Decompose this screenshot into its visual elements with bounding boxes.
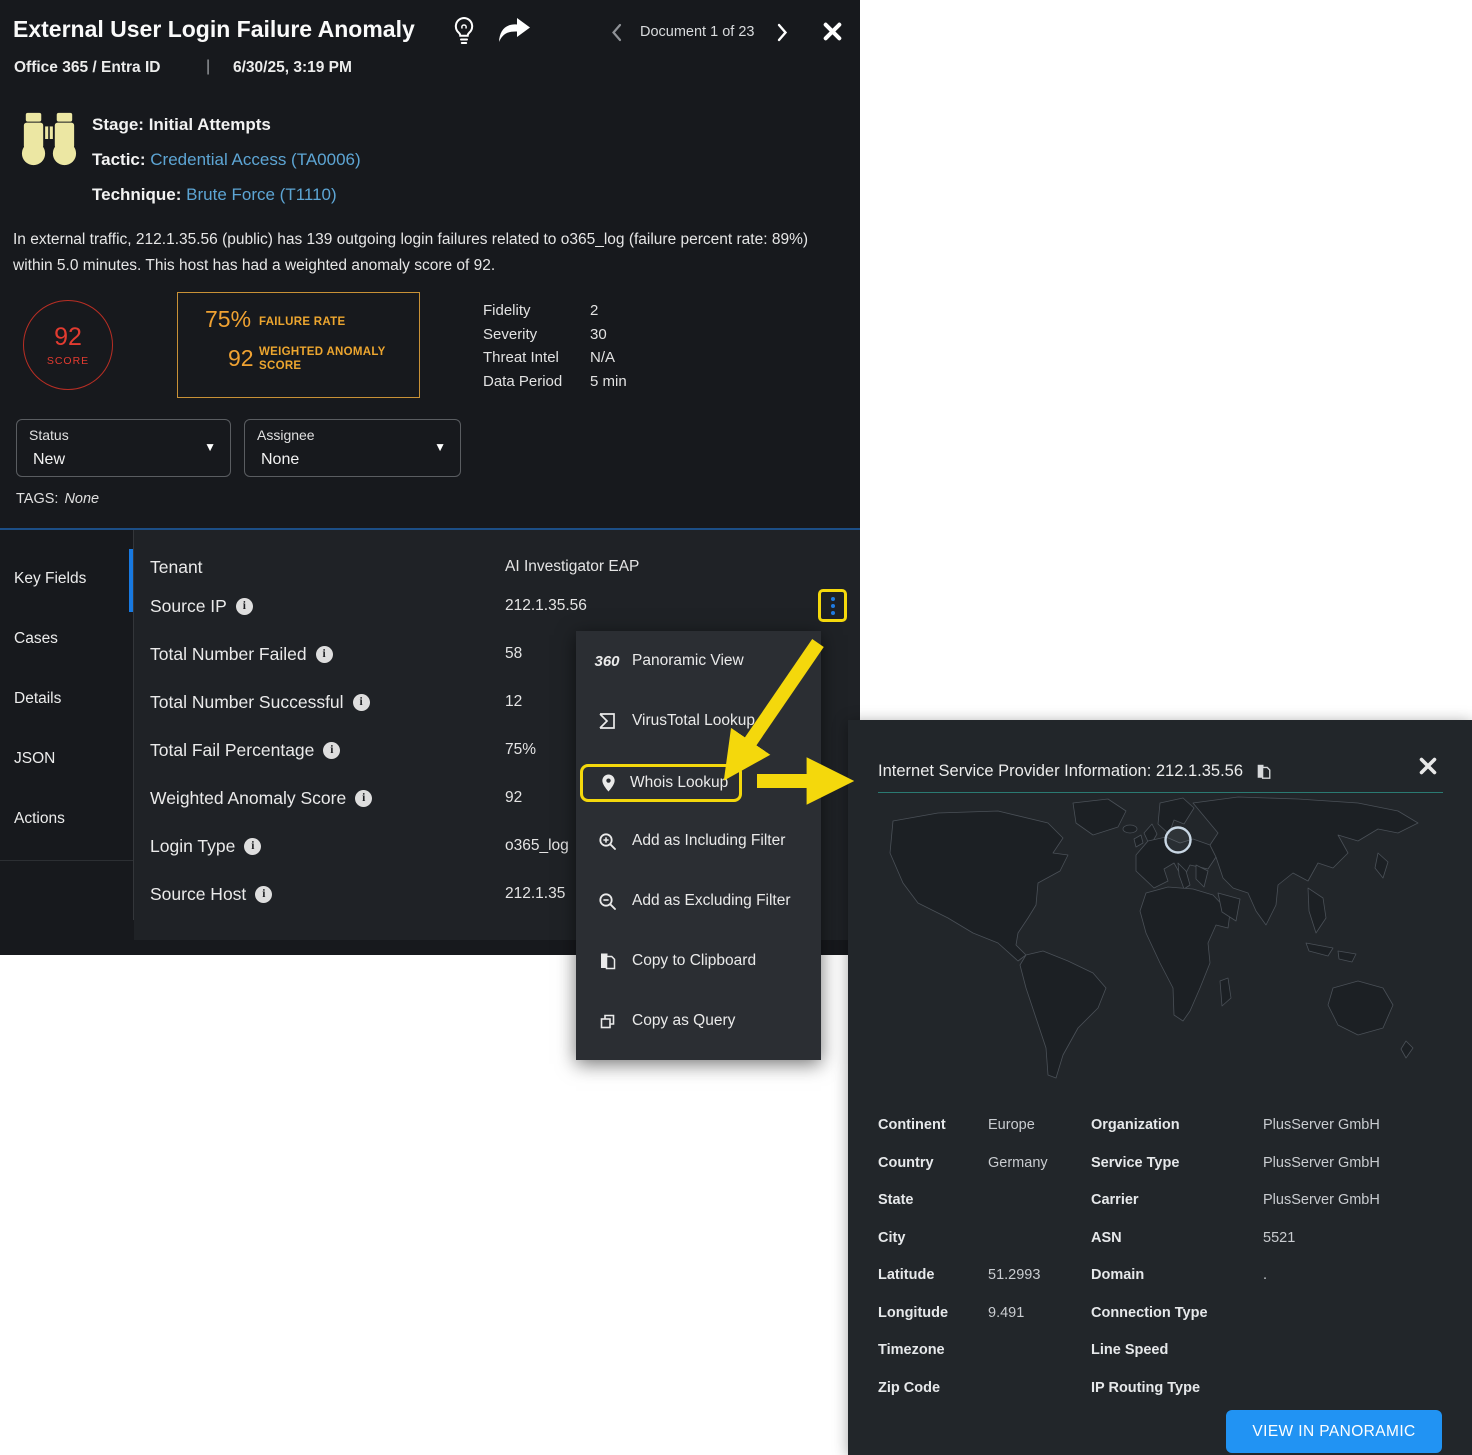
technique-link[interactable]: Brute Force (T1110) (186, 185, 337, 204)
info-icon[interactable]: i (355, 790, 372, 807)
weighted-anomaly-label: WEIGHTED ANOMALY SCORE (259, 345, 394, 373)
source-ip-context-menu: 360 Panoramic View VirusTotal Lookup Who… (576, 631, 821, 1060)
chevron-left-icon (611, 23, 622, 47)
close-icon (822, 21, 843, 47)
zoom-out-icon (595, 892, 619, 911)
stat-row: Threat IntelN/A (483, 346, 627, 370)
sidebar-item-json[interactable]: JSON (14, 750, 55, 770)
metrics-box: 75% FAILURE RATE 92 WEIGHTED ANOMALY SCO… (177, 292, 420, 398)
menu-item-add-including-filter[interactable]: Add as Including Filter (576, 823, 821, 859)
close-icon (1418, 756, 1438, 781)
share-forward-icon (497, 17, 531, 50)
sidebar-item-key-fields[interactable]: Key Fields (14, 570, 86, 590)
field-row-tenant: Tenant AI Investigator EAP (134, 553, 860, 581)
menu-item-whois-lookup[interactable]: Whois Lookup (580, 764, 742, 802)
page-title: External User Login Failure Anomaly (13, 16, 415, 43)
lightbulb-icon (452, 16, 476, 53)
info-icon[interactable]: i (255, 886, 272, 903)
subheader-separator: | (206, 58, 210, 76)
geo-marker (1166, 828, 1191, 853)
page: External User Login Failure Anomaly (0, 0, 1472, 1455)
sidebar-item-cases[interactable]: Cases (14, 630, 58, 650)
stat-row: Severity30 (483, 323, 627, 347)
insight-lightbulb-button[interactable] (452, 16, 476, 53)
isp-panel-title-row: Internet Service Provider Information: 2… (878, 762, 1272, 781)
doc-prev-button[interactable] (611, 23, 622, 47)
isp-close-button[interactable] (1418, 756, 1438, 781)
isp-row: ContinentEurope OrganizationPlusServer G… (878, 1110, 1443, 1140)
zoom-in-icon (595, 832, 619, 851)
tactic-line: Tactic: Credential Access (TA0006) (92, 150, 361, 170)
menu-item-copy-to-clipboard[interactable]: Copy to Clipboard (576, 943, 821, 979)
stat-row: Data Period5 min (483, 370, 627, 394)
isp-row: Zip Code IP Routing Type (878, 1373, 1443, 1403)
assignee-dropdown[interactable]: Assignee None ▼ (244, 419, 461, 477)
info-icon[interactable]: i (244, 838, 261, 855)
isp-row: State CarrierPlusServer GmbH (878, 1185, 1443, 1215)
failure-rate-label: FAILURE RATE (259, 315, 345, 329)
technique-line: Technique: Brute Force (T1110) (92, 185, 337, 205)
location-pin-icon (596, 773, 620, 793)
event-timestamp: 6/30/25, 3:19 PM (233, 59, 352, 77)
sidebar-bottom-divider (0, 860, 133, 861)
field-row-source-ip: Source IP i 212.1.35.56 (134, 592, 860, 620)
isp-row: Timezone Line Speed (878, 1335, 1443, 1365)
sidebar-item-details[interactable]: Details (14, 690, 61, 710)
info-icon[interactable]: i (316, 646, 333, 663)
caret-down-icon: ▼ (204, 440, 216, 454)
stat-row: Fidelity2 (483, 299, 627, 323)
world-map (878, 793, 1443, 1095)
copy-ip-button[interactable] (1255, 762, 1272, 781)
copy-icon (595, 1012, 619, 1031)
clipboard-icon (595, 951, 619, 971)
binoculars-icon (20, 110, 78, 173)
source-app: Office 365 / Entra ID (14, 59, 160, 77)
isp-info-panel: Internet Service Provider Information: 2… (848, 720, 1472, 1455)
menu-item-add-excluding-filter[interactable]: Add as Excluding Filter (576, 883, 821, 919)
anomaly-description: In external traffic, 212.1.35.56 (public… (13, 227, 818, 278)
menu-item-panoramic-view[interactable]: 360 Panoramic View (576, 643, 821, 679)
share-button[interactable] (497, 17, 531, 50)
isp-row: Longitude9.491 Connection Type (878, 1298, 1443, 1328)
doc-next-button[interactable] (777, 23, 788, 47)
stats-block: Fidelity2 Severity30 Threat IntelN/A Dat… (483, 299, 627, 393)
tags-line: TAGS:None (16, 491, 99, 507)
sidebar-item-actions[interactable]: Actions (14, 810, 65, 830)
isp-row: Latitude51.2993 Domain. (878, 1260, 1443, 1290)
doc-nav-label: Document 1 of 23 (640, 24, 754, 40)
score-value: 92 (54, 323, 82, 352)
virustotal-icon (595, 711, 619, 731)
info-icon[interactable]: i (353, 694, 370, 711)
score-badge: 92 SCORE (23, 300, 113, 390)
status-dropdown[interactable]: Status New ▼ (16, 419, 231, 477)
info-icon[interactable]: i (323, 742, 340, 759)
kebab-icon (831, 597, 835, 601)
view-in-panoramic-button[interactable]: VIEW IN PANORAMIC (1226, 1410, 1442, 1453)
info-icon[interactable]: i (236, 598, 253, 615)
360-icon: 360 (595, 653, 619, 670)
stage-line: Stage: Initial Attempts (92, 115, 271, 135)
failure-rate-value: 75% (205, 306, 251, 333)
panel-close-button[interactable] (822, 21, 843, 47)
tactic-link[interactable]: Credential Access (TA0006) (150, 150, 360, 169)
weighted-anomaly-value: 92 (228, 345, 254, 372)
isp-row: CountryGermany Service TypePlusServer Gm… (878, 1148, 1443, 1178)
menu-item-copy-as-query[interactable]: Copy as Query (576, 1003, 821, 1039)
menu-item-virustotal-lookup[interactable]: VirusTotal Lookup (576, 703, 821, 739)
row-actions-kebab-button[interactable] (818, 589, 847, 622)
caret-down-icon: ▼ (434, 440, 446, 454)
chevron-right-icon (777, 23, 788, 47)
score-label: SCORE (47, 355, 89, 367)
isp-row: City ASN5521 (878, 1223, 1443, 1253)
isp-panel-title: Internet Service Provider Information: 2… (878, 762, 1243, 781)
